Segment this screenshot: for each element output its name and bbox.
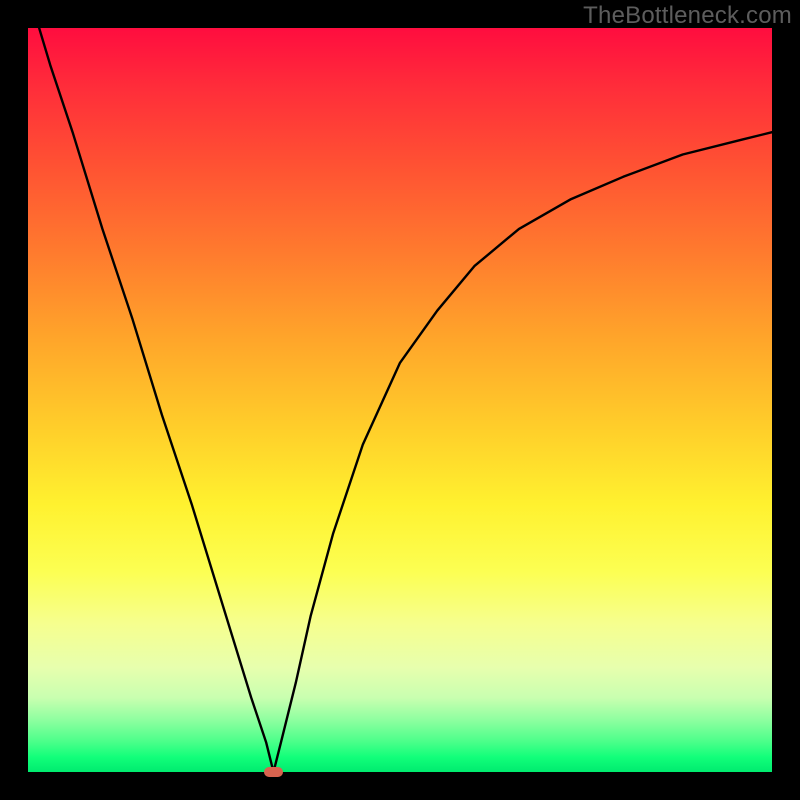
curve-svg bbox=[28, 28, 772, 772]
watermark-text: TheBottleneck.com bbox=[583, 2, 792, 30]
plot-area bbox=[28, 28, 772, 772]
minimum-marker bbox=[264, 767, 283, 777]
bottleneck-curve bbox=[28, 0, 772, 772]
chart-frame: TheBottleneck.com bbox=[0, 0, 800, 800]
